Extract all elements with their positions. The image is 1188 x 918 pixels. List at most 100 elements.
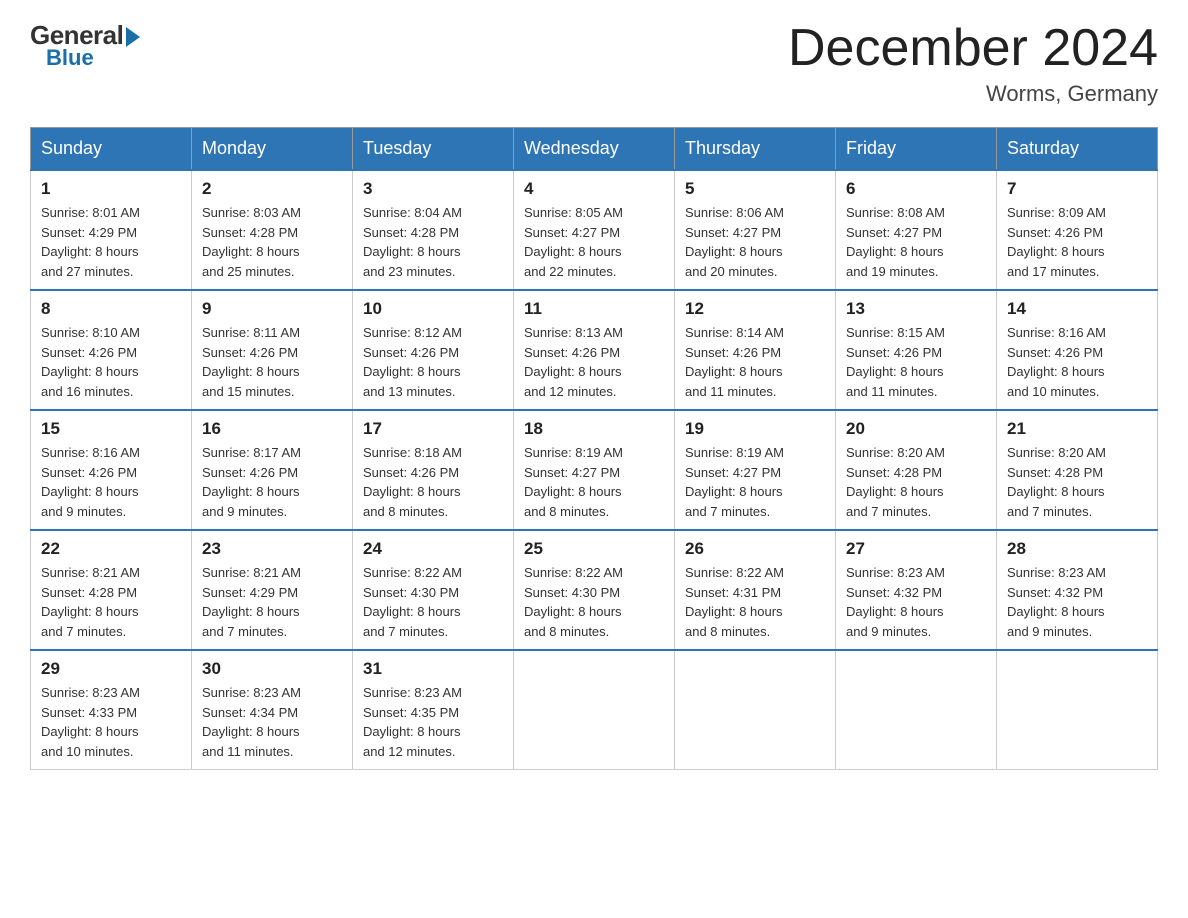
calendar-cell: 5Sunrise: 8:06 AMSunset: 4:27 PMDaylight…	[675, 170, 836, 290]
day-info: Sunrise: 8:06 AMSunset: 4:27 PMDaylight:…	[685, 203, 825, 281]
day-number: 24	[363, 539, 503, 559]
day-number: 4	[524, 179, 664, 199]
calendar-cell: 3 Sunrise: 8:04 AMSunset: 4:28 PMDaylight…	[353, 170, 514, 290]
day-number: 11	[524, 299, 664, 319]
calendar-cell: 9 Sunrise: 8:11 AMSunset: 4:26 PMDaylight…	[192, 290, 353, 410]
weekday-header-saturday: Saturday	[997, 128, 1158, 171]
calendar-cell: 10Sunrise: 8:12 AMSunset: 4:26 PMDayligh…	[353, 290, 514, 410]
day-info: Sunrise: 8:20 AMSunset: 4:28 PMDaylight:…	[846, 443, 986, 521]
calendar-cell: 15Sunrise: 8:16 AMSunset: 4:26 PMDayligh…	[31, 410, 192, 530]
day-number: 26	[685, 539, 825, 559]
day-info: Sunrise: 8:15 AMSunset: 4:26 PMDaylight:…	[846, 323, 986, 401]
calendar-week-row: 22 Sunrise: 8:21 AMSunset: 4:28 PMDayligh…	[31, 530, 1158, 650]
calendar-week-row: 29 Sunrise: 8:23 AMSunset: 4:33 PMDayligh…	[31, 650, 1158, 770]
weekday-header-sunday: Sunday	[31, 128, 192, 171]
day-info: Sunrise: 8:05 AMSunset: 4:27 PMDaylight:…	[524, 203, 664, 281]
weekday-header-thursday: Thursday	[675, 128, 836, 171]
logo-arrow-icon	[126, 27, 140, 47]
calendar-cell: 27 Sunrise: 8:23 AMSunset: 4:32 PMDayligh…	[836, 530, 997, 650]
calendar-cell: 25 Sunrise: 8:22 AMSunset: 4:30 PMDayligh…	[514, 530, 675, 650]
day-info: Sunrise: 8:16 AMSunset: 4:26 PMDaylight:…	[41, 443, 181, 521]
calendar-cell	[514, 650, 675, 770]
day-info: Sunrise: 8:14 AMSunset: 4:26 PMDaylight:…	[685, 323, 825, 401]
calendar-week-row: 15Sunrise: 8:16 AMSunset: 4:26 PMDayligh…	[31, 410, 1158, 530]
day-number: 18	[524, 419, 664, 439]
calendar-cell: 2 Sunrise: 8:03 AMSunset: 4:28 PMDaylight…	[192, 170, 353, 290]
day-info: Sunrise: 8:20 AMSunset: 4:28 PMDaylight:…	[1007, 443, 1147, 521]
day-number: 7	[1007, 179, 1147, 199]
calendar-week-row: 1 Sunrise: 8:01 AMSunset: 4:29 PMDaylight…	[31, 170, 1158, 290]
day-number: 21	[1007, 419, 1147, 439]
calendar-cell: 11 Sunrise: 8:13 AMSunset: 4:26 PMDayligh…	[514, 290, 675, 410]
day-info: Sunrise: 8:17 AMSunset: 4:26 PMDaylight:…	[202, 443, 342, 521]
day-number: 3	[363, 179, 503, 199]
calendar-cell	[675, 650, 836, 770]
calendar-cell: 20 Sunrise: 8:20 AMSunset: 4:28 PMDayligh…	[836, 410, 997, 530]
day-number: 13	[846, 299, 986, 319]
day-number: 20	[846, 419, 986, 439]
day-info: Sunrise: 8:12 AMSunset: 4:26 PMDaylight:…	[363, 323, 503, 401]
calendar-cell: 4 Sunrise: 8:05 AMSunset: 4:27 PMDaylight…	[514, 170, 675, 290]
day-info: Sunrise: 8:04 AMSunset: 4:28 PMDaylight:…	[363, 203, 503, 281]
day-info: Sunrise: 8:22 AMSunset: 4:30 PMDaylight:…	[363, 563, 503, 641]
weekday-header-friday: Friday	[836, 128, 997, 171]
day-number: 23	[202, 539, 342, 559]
day-info: Sunrise: 8:03 AMSunset: 4:28 PMDaylight:…	[202, 203, 342, 281]
month-title: December 2024	[788, 20, 1158, 77]
day-info: Sunrise: 8:09 AMSunset: 4:26 PMDaylight:…	[1007, 203, 1147, 281]
day-info: Sunrise: 8:23 AMSunset: 4:32 PMDaylight:…	[846, 563, 986, 641]
title-block: December 2024 Worms, Germany	[788, 20, 1158, 107]
calendar-cell: 6Sunrise: 8:08 AMSunset: 4:27 PMDaylight…	[836, 170, 997, 290]
calendar-cell: 22 Sunrise: 8:21 AMSunset: 4:28 PMDayligh…	[31, 530, 192, 650]
calendar-week-row: 8 Sunrise: 8:10 AMSunset: 4:26 PMDaylight…	[31, 290, 1158, 410]
calendar-cell: 21 Sunrise: 8:20 AMSunset: 4:28 PMDayligh…	[997, 410, 1158, 530]
day-number: 2	[202, 179, 342, 199]
day-info: Sunrise: 8:13 AMSunset: 4:26 PMDaylight:…	[524, 323, 664, 401]
weekday-header-wednesday: Wednesday	[514, 128, 675, 171]
day-number: 22	[41, 539, 181, 559]
day-info: Sunrise: 8:10 AMSunset: 4:26 PMDaylight:…	[41, 323, 181, 401]
calendar-cell	[836, 650, 997, 770]
day-info: Sunrise: 8:01 AMSunset: 4:29 PMDaylight:…	[41, 203, 181, 281]
calendar-cell: 28 Sunrise: 8:23 AMSunset: 4:32 PMDayligh…	[997, 530, 1158, 650]
day-number: 1	[41, 179, 181, 199]
day-number: 12	[685, 299, 825, 319]
calendar-cell: 29 Sunrise: 8:23 AMSunset: 4:33 PMDayligh…	[31, 650, 192, 770]
calendar-cell: 16Sunrise: 8:17 AMSunset: 4:26 PMDayligh…	[192, 410, 353, 530]
day-info: Sunrise: 8:23 AMSunset: 4:33 PMDaylight:…	[41, 683, 181, 761]
calendar-cell: 24 Sunrise: 8:22 AMSunset: 4:30 PMDayligh…	[353, 530, 514, 650]
day-number: 29	[41, 659, 181, 679]
day-number: 14	[1007, 299, 1147, 319]
calendar-cell: 19 Sunrise: 8:19 AMSunset: 4:27 PMDayligh…	[675, 410, 836, 530]
calendar-cell: 18Sunrise: 8:19 AMSunset: 4:27 PMDayligh…	[514, 410, 675, 530]
day-info: Sunrise: 8:23 AMSunset: 4:32 PMDaylight:…	[1007, 563, 1147, 641]
day-info: Sunrise: 8:22 AMSunset: 4:31 PMDaylight:…	[685, 563, 825, 641]
day-info: Sunrise: 8:19 AMSunset: 4:27 PMDaylight:…	[685, 443, 825, 521]
page-header: General Blue December 2024 Worms, German…	[30, 20, 1158, 107]
weekday-header-tuesday: Tuesday	[353, 128, 514, 171]
weekday-header-monday: Monday	[192, 128, 353, 171]
calendar-cell: 26 Sunrise: 8:22 AMSunset: 4:31 PMDayligh…	[675, 530, 836, 650]
calendar-cell: 23Sunrise: 8:21 AMSunset: 4:29 PMDayligh…	[192, 530, 353, 650]
logo: General Blue	[30, 20, 140, 71]
calendar-table: SundayMondayTuesdayWednesdayThursdayFrid…	[30, 127, 1158, 770]
day-number: 25	[524, 539, 664, 559]
calendar-cell: 7 Sunrise: 8:09 AMSunset: 4:26 PMDaylight…	[997, 170, 1158, 290]
day-number: 28	[1007, 539, 1147, 559]
day-info: Sunrise: 8:21 AMSunset: 4:28 PMDaylight:…	[41, 563, 181, 641]
calendar-cell: 8 Sunrise: 8:10 AMSunset: 4:26 PMDaylight…	[31, 290, 192, 410]
day-number: 9	[202, 299, 342, 319]
calendar-cell: 1 Sunrise: 8:01 AMSunset: 4:29 PMDaylight…	[31, 170, 192, 290]
day-number: 19	[685, 419, 825, 439]
day-number: 17	[363, 419, 503, 439]
calendar-cell: 14 Sunrise: 8:16 AMSunset: 4:26 PMDayligh…	[997, 290, 1158, 410]
day-info: Sunrise: 8:16 AMSunset: 4:26 PMDaylight:…	[1007, 323, 1147, 401]
calendar-cell: 12 Sunrise: 8:14 AMSunset: 4:26 PMDayligh…	[675, 290, 836, 410]
calendar-cell: 30Sunrise: 8:23 AMSunset: 4:34 PMDayligh…	[192, 650, 353, 770]
day-info: Sunrise: 8:11 AMSunset: 4:26 PMDaylight:…	[202, 323, 342, 401]
day-number: 8	[41, 299, 181, 319]
day-info: Sunrise: 8:22 AMSunset: 4:30 PMDaylight:…	[524, 563, 664, 641]
day-number: 31	[363, 659, 503, 679]
calendar-header-row: SundayMondayTuesdayWednesdayThursdayFrid…	[31, 128, 1158, 171]
day-number: 27	[846, 539, 986, 559]
